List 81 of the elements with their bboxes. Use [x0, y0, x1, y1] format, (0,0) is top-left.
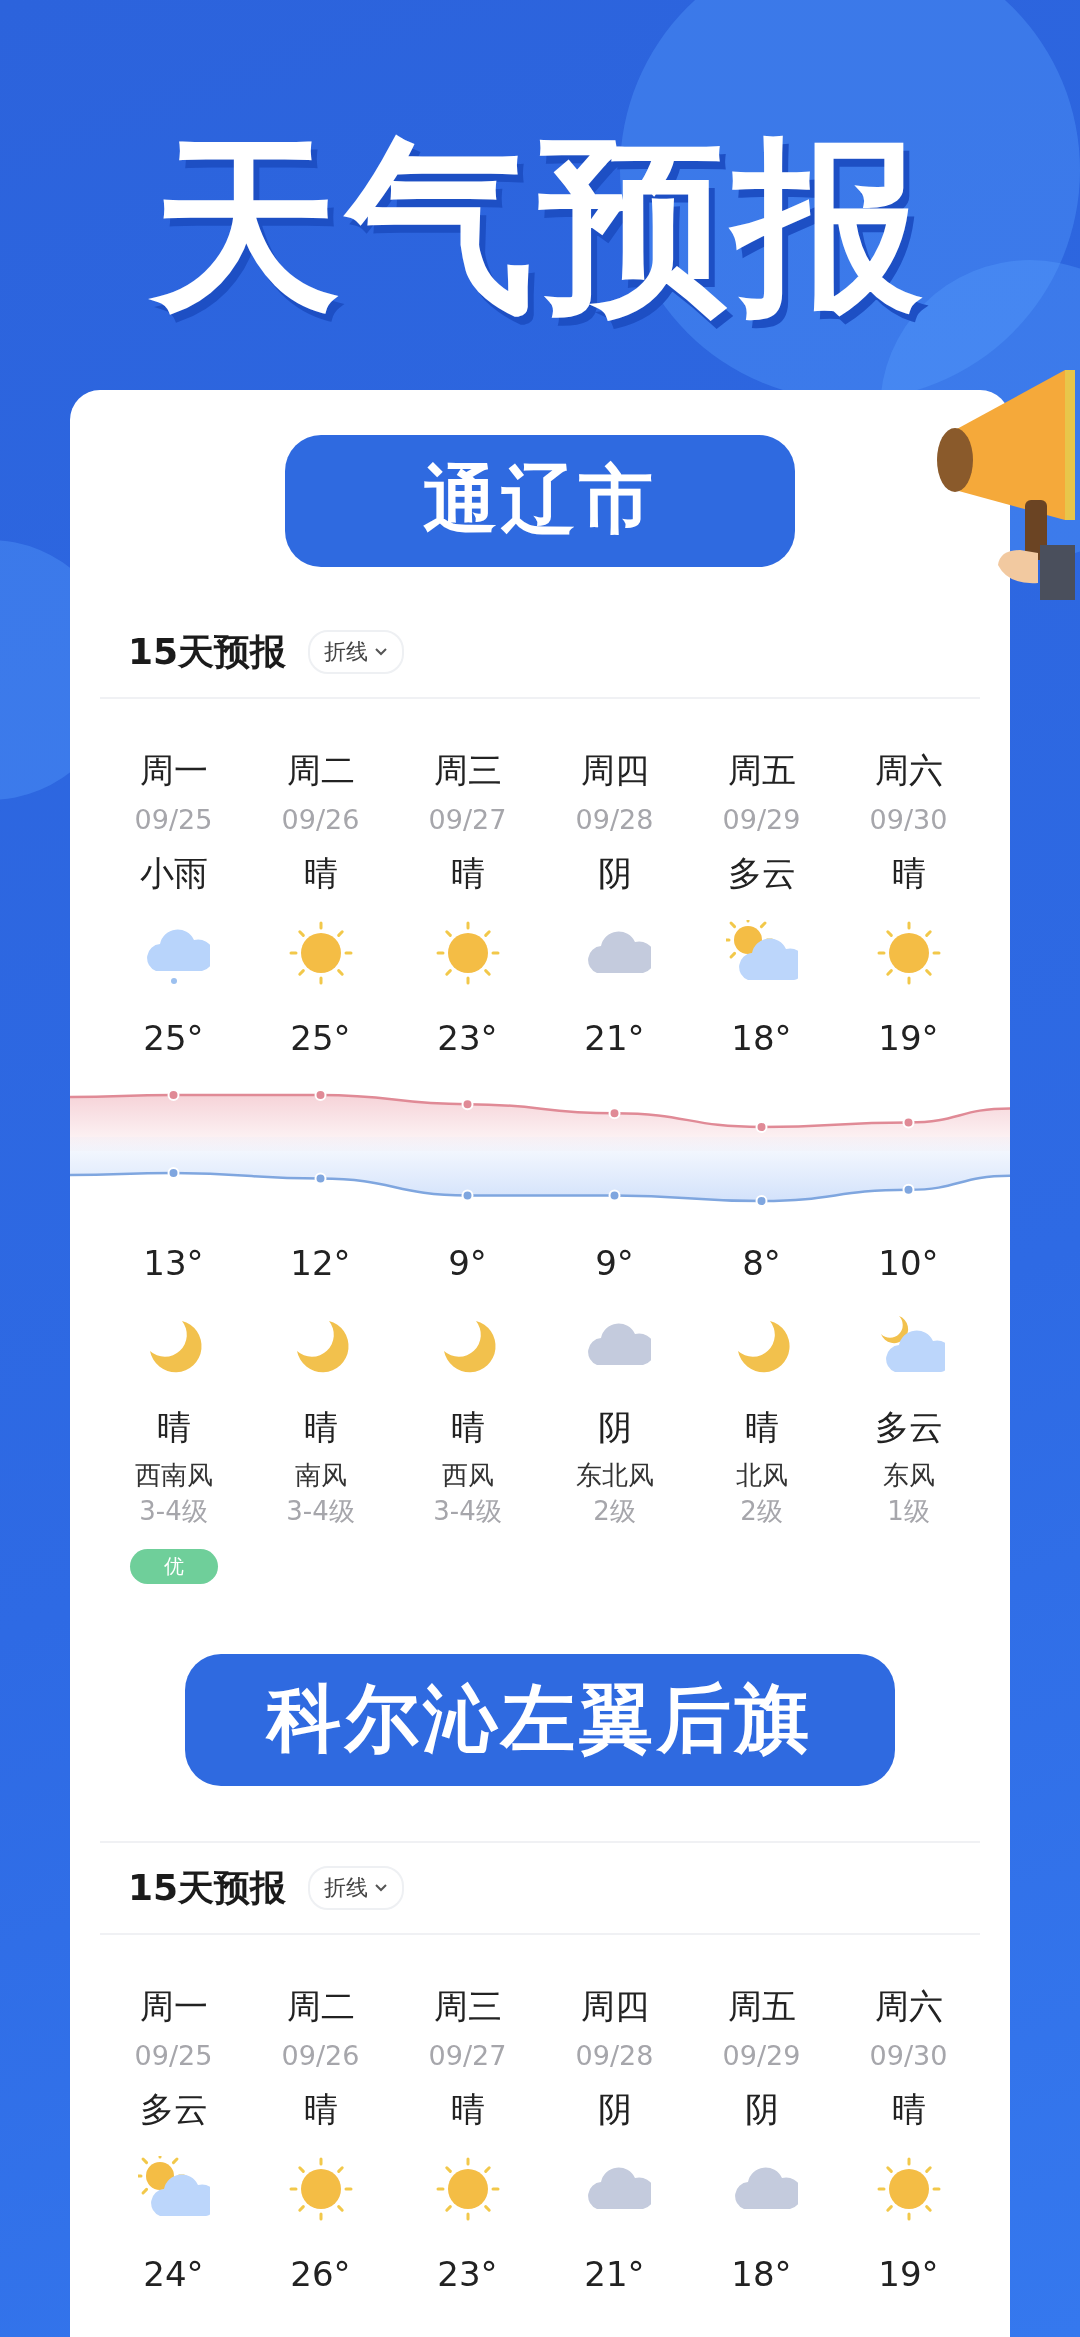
city-name: 科尔沁左翼后旗 — [185, 1654, 895, 1786]
date-label: 09/25 — [134, 803, 213, 837]
weekday-label: 周五 — [727, 1985, 796, 2028]
high-temperature: 23° — [437, 1017, 498, 1060]
night-weather-label: 多云 — [874, 1406, 943, 1449]
weekday-label: 周二 — [286, 1985, 355, 2028]
weekday-label: 周四 — [580, 1985, 649, 2028]
date-label: 09/25 — [134, 2039, 213, 2073]
date-label: 09/28 — [575, 2039, 654, 2073]
wind-level-label: 1级 — [887, 1495, 930, 1528]
wind-level-label: 3-4级 — [286, 1495, 355, 1528]
date-label: 09/27 — [428, 2039, 507, 2073]
day-weather-label: 多云 — [727, 852, 796, 895]
weekday-label: 周四 — [580, 749, 649, 792]
low-temperature: 8° — [742, 1242, 781, 1285]
low-temperature: 9° — [448, 1242, 487, 1285]
day-weather-label: 晴 — [450, 852, 485, 895]
date-label: 09/29 — [722, 2039, 801, 2073]
weekday-label: 周一 — [139, 749, 208, 792]
weekday-label: 周六 — [874, 1985, 943, 2028]
low-temperature: 13° — [143, 1242, 204, 1285]
wind-direction-label: 北风 — [735, 1459, 788, 1492]
day-weather-label: 阴 — [597, 2088, 632, 2131]
day-weather-label: 小雨 — [139, 852, 208, 895]
high-temperature: 25° — [290, 1017, 351, 1060]
night-weather-label: 阴 — [597, 1406, 632, 1449]
date-label: 09/30 — [869, 2039, 948, 2073]
chart-mode-dropdown[interactable]: 折线 — [308, 630, 405, 674]
day-weather-label: 晴 — [891, 2088, 926, 2131]
date-label: 09/26 — [281, 803, 360, 837]
day-weather-label: 阴 — [597, 852, 632, 895]
night-weather-label: 晴 — [450, 1406, 485, 1449]
weekday-label: 周三 — [433, 1985, 502, 2028]
high-temperature: 25° — [143, 1017, 204, 1060]
day-weather-label: 晴 — [450, 2088, 485, 2131]
night-weather-label: 晴 — [303, 1406, 338, 1449]
wind-direction-label: 东风 — [882, 1459, 935, 1492]
wind-direction-label: 南风 — [294, 1459, 347, 1492]
date-label: 09/26 — [281, 2039, 360, 2073]
date-label: 09/28 — [575, 803, 654, 837]
wind-direction-label: 东北风 — [575, 1459, 654, 1492]
day-weather-label: 晴 — [303, 2088, 338, 2131]
weekday-label: 周二 — [286, 749, 355, 792]
wind-level-label: 2级 — [593, 1495, 636, 1528]
forecast-heading: 15天预报 — [128, 629, 287, 674]
wind-direction-label: 西风 — [441, 1459, 494, 1492]
weekday-label: 周五 — [727, 749, 796, 792]
chart-mode-dropdown[interactable]: 折线 — [308, 1866, 405, 1910]
city-name: 通辽市 — [285, 435, 795, 567]
weekday-label: 周一 — [139, 1985, 208, 2028]
chevron-down-icon — [374, 1883, 389, 1893]
wind-direction-label: 西南风 — [134, 1459, 213, 1492]
night-weather-label: 晴 — [744, 1406, 779, 1449]
high-temperature: 21° — [584, 2253, 645, 2296]
day-weather-label: 晴 — [891, 852, 926, 895]
high-temperature: 19° — [878, 2253, 939, 2296]
wind-level-label: 3-4级 — [139, 1495, 208, 1528]
forecast-heading: 15天预报 — [128, 1865, 287, 1910]
high-temperature: 21° — [584, 1017, 645, 1060]
low-temperature: 9° — [595, 1242, 634, 1285]
day-weather-label: 晴 — [303, 852, 338, 895]
high-temperature: 18° — [731, 1017, 792, 1060]
low-temperature: 10° — [878, 1242, 939, 1285]
weekday-label: 周三 — [433, 749, 502, 792]
high-temperature: 23° — [437, 2253, 498, 2296]
day-weather-label: 阴 — [744, 2088, 779, 2131]
weekday-label: 周六 — [874, 749, 943, 792]
air-quality-badge: 优 — [129, 1549, 218, 1584]
wind-level-label: 3-4级 — [433, 1495, 502, 1528]
night-weather-label: 晴 — [156, 1406, 191, 1449]
high-temperature: 26° — [290, 2253, 351, 2296]
date-label: 09/30 — [869, 803, 948, 837]
wind-level-label: 2级 — [740, 1495, 783, 1528]
low-temperature: 12° — [290, 1242, 351, 1285]
date-label: 09/27 — [428, 803, 507, 837]
day-weather-label: 多云 — [139, 2088, 208, 2131]
high-temperature: 24° — [143, 2253, 204, 2296]
chevron-down-icon — [374, 647, 389, 657]
high-temperature: 19° — [878, 1017, 939, 1060]
date-label: 09/29 — [722, 803, 801, 837]
high-temperature: 18° — [731, 2253, 792, 2296]
